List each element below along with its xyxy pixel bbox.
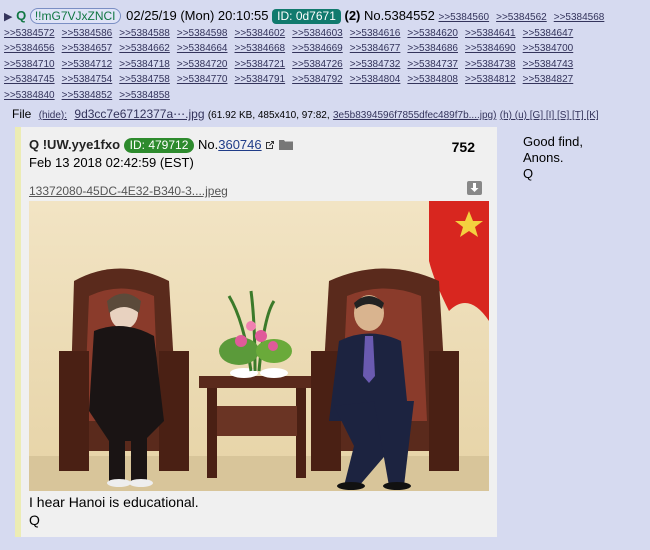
reply-link[interactable]: >>5384712: [62, 59, 113, 70]
reply-link[interactable]: >>5384721: [235, 59, 286, 70]
reply-links: >>5384572 >>5384586 >>5384588 >>5384598 >>53…: [4, 26, 644, 104]
file-hash-link[interactable]: 3e5b8394596f7855dfec489f7b....jpg): [333, 110, 496, 121]
reply-link[interactable]: >>5384792: [292, 74, 343, 85]
reply-link[interactable]: >>5384656: [4, 43, 55, 54]
meeting-photo: [29, 201, 489, 491]
reply-link[interactable]: >>5384620: [407, 28, 458, 39]
quoted-post-number: No.360746: [198, 137, 262, 152]
reply-link[interactable]: >>5384732: [350, 59, 401, 70]
post-intro: ▶ Q !!mG7VJxZNCI 02/25/19 (Mon) 20:10:55…: [4, 8, 644, 26]
reply-link[interactable]: >>5384743: [523, 59, 574, 70]
reply-links-first-line: >>5384560 >>5384562 >>5384568: [438, 12, 611, 23]
reply-link[interactable]: >>5384720: [177, 59, 228, 70]
file-name-link[interactable]: 9d3cc7e6712377a⋯.jpg: [74, 107, 204, 121]
quoted-id-badge: ID: 479712: [123, 138, 195, 153]
reply-link[interactable]: >>5384562: [496, 12, 547, 23]
reply-link[interactable]: >>5384602: [235, 28, 286, 39]
file-info: File (hide): 9d3cc7e6712377a⋯.jpg (61.92…: [12, 107, 599, 121]
download-icon: [467, 181, 482, 195]
reply-link[interactable]: >>5384710: [4, 59, 55, 70]
external-link-icon: [266, 141, 275, 149]
quoted-post-header: Q !UW.yye1fxo ID: 479712 No.360746: [29, 137, 293, 153]
quoted-text-line: I hear Hanoi is educational.: [29, 494, 199, 510]
reply-link[interactable]: >>5384758: [119, 74, 170, 85]
quoted-date: Feb 13 2018 02:42:59 (EST): [29, 155, 194, 170]
reply-link[interactable]: >>5384700: [523, 43, 574, 54]
reply-link[interactable]: >>5384668: [235, 43, 286, 54]
reply-link[interactable]: >>5384572: [4, 28, 55, 39]
quoted-no-label: No.: [198, 137, 219, 152]
reply-link[interactable]: >>5384804: [350, 74, 401, 85]
reply-link[interactable]: >>5384664: [177, 43, 228, 54]
file-meta: (61.92 KB, 485x410, 97:82,: [207, 110, 330, 121]
reply-link[interactable]: >>5384598: [177, 28, 228, 39]
reply-link[interactable]: >>5384603: [292, 28, 343, 39]
reply-link[interactable]: >>5384812: [465, 74, 516, 85]
tripcode: !!mG7VJxZNCI: [29, 8, 121, 24]
reply-link[interactable]: >>5384662: [119, 43, 170, 54]
file-label: File: [12, 107, 32, 121]
quoted-signature: Q: [29, 512, 40, 528]
reply-link[interactable]: >>5384738: [465, 59, 516, 70]
reply-link[interactable]: >>5384858: [119, 90, 170, 101]
quoted-post-image: Q !UW.yye1fxo ID: 479712 No.360746 752 F…: [15, 127, 497, 537]
post-datetime: 02/25/19 (Mon) 20:10:55: [126, 8, 269, 23]
reply-link[interactable]: >>5384827: [523, 74, 574, 85]
reply-link[interactable]: >>5384686: [407, 43, 458, 54]
quoted-count: 752: [451, 139, 475, 155]
quoted-poster-name: Q !UW.yye1fxo: [29, 137, 121, 152]
folder-icon: [278, 140, 293, 150]
reply-link[interactable]: >>5384669: [292, 43, 343, 54]
reply-link[interactable]: >>5384647: [523, 28, 574, 39]
reply-link[interactable]: >>5384791: [235, 74, 286, 85]
post-header: ▶ Q !!mG7VJxZNCI 02/25/19 (Mon) 20:10:55…: [4, 8, 644, 103]
quoted-post-text: I hear Hanoi is educational. Q: [29, 493, 199, 529]
hide-file-link[interactable]: (hide):: [39, 110, 67, 121]
reply-link[interactable]: >>5384568: [554, 12, 605, 23]
reply-link[interactable]: >>5384586: [62, 28, 113, 39]
poster-name: Q: [16, 8, 27, 23]
reply-link[interactable]: >>5384770: [177, 74, 228, 85]
reply-link[interactable]: >>5384726: [292, 59, 343, 70]
quoted-post-link: 360746: [218, 137, 262, 152]
post-body-signature: Q: [523, 166, 534, 181]
post-body-line: Good find,: [523, 134, 583, 149]
reply-link[interactable]: >>5384657: [62, 43, 113, 54]
post-menu-arrow-icon[interactable]: ▶: [4, 11, 12, 23]
post-count: (2): [344, 8, 361, 23]
file-search-links[interactable]: (h) (u) [G] [I] [S] [T] [K]: [500, 110, 599, 121]
post-number-link[interactable]: No.5384552: [364, 8, 435, 23]
post-body: Good find, Anons. Q: [523, 134, 583, 182]
poster-id-badge[interactable]: ID: 0d7671: [272, 9, 341, 24]
reply-link[interactable]: >>5384840: [4, 90, 55, 101]
reply-link[interactable]: >>5384737: [407, 59, 458, 70]
reply-link[interactable]: >>5384616: [350, 28, 401, 39]
quoted-file-name: 13372080-45DC-4E32-B340-3....jpeg: [29, 184, 228, 198]
post-body-line: Anons.: [523, 150, 564, 165]
reply-link[interactable]: >>5384677: [350, 43, 401, 54]
reply-link[interactable]: >>5384808: [407, 74, 458, 85]
reply-link[interactable]: >>5384690: [465, 43, 516, 54]
reply-link[interactable]: >>5384641: [465, 28, 516, 39]
reply-link[interactable]: >>5384852: [62, 90, 113, 101]
reply-link[interactable]: >>5384588: [119, 28, 170, 39]
reply-link[interactable]: >>5384718: [119, 59, 170, 70]
reply-link[interactable]: >>5384560: [438, 12, 489, 23]
reply-link[interactable]: >>5384745: [4, 74, 55, 85]
reply-link[interactable]: >>5384754: [62, 74, 113, 85]
